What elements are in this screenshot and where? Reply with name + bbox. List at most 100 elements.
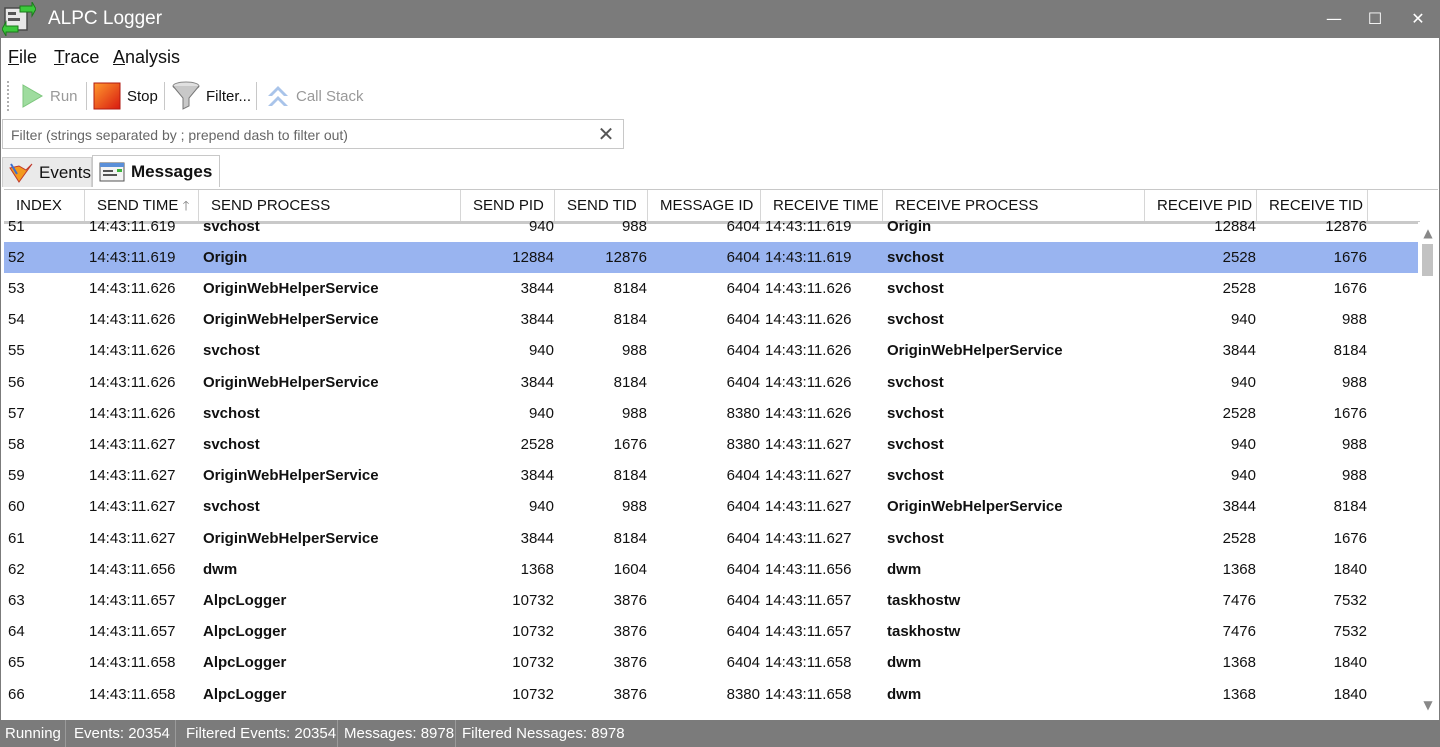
cell-send-pid: 940 [528, 342, 554, 359]
cell-receive-time: 14:43:11.619 [765, 249, 852, 266]
vertical-scrollbar[interactable]: ▲ ▼ [1418, 222, 1438, 720]
cell-message-id: 6404 [726, 311, 760, 328]
status-messages: Messages: 8978 [338, 720, 456, 747]
cell-receive-pid: 2528 [1222, 530, 1256, 547]
call-stack-label: Call Stack [296, 87, 364, 105]
cell-send-tid: 12876 [605, 249, 647, 266]
filter-button[interactable]: Filter... [172, 80, 251, 112]
cell-send-tid: 8184 [613, 467, 647, 484]
cell-receive-time: 14:43:11.658 [765, 654, 852, 671]
cell-index: 51 [8, 218, 25, 235]
table-row[interactable]: 54 14:43:11.626 OriginWebHelperService 3844… [4, 304, 1420, 335]
table-row[interactable]: 58 14:43:11.627 svchost 2528 1676 8380 14:43:1… [4, 429, 1420, 460]
cell-send-process: OriginWebHelperService [203, 311, 379, 328]
tab-events-label: Events [39, 162, 91, 182]
table-row[interactable]: 51 14:43:11.619 svchost 940 988 6404 14:43:11.… [4, 211, 1420, 242]
scroll-down-icon[interactable]: ▼ [1421, 698, 1435, 712]
table-row[interactable]: 66 14:43:11.658 AlpcLogger 10732 3876 8380 14:… [4, 679, 1420, 710]
cell-send-pid: 10732 [512, 686, 554, 703]
cell-message-id: 6404 [726, 342, 760, 359]
close-button[interactable]: ✕ [1404, 6, 1432, 32]
cell-receive-time: 14:43:11.626 [765, 311, 852, 328]
tab-events[interactable]: Events [2, 157, 92, 187]
cell-message-id: 8380 [726, 686, 760, 703]
stop-button[interactable]: Stop [93, 80, 158, 112]
cell-send-time: 14:43:11.619 [89, 218, 176, 235]
scroll-up-icon[interactable]: ▲ [1421, 226, 1435, 240]
cell-receive-tid: 1676 [1333, 405, 1367, 422]
cell-send-process: svchost [203, 342, 260, 359]
menu-file-label: ile [19, 47, 38, 67]
table-row[interactable]: 65 14:43:11.658 AlpcLogger 10732 3876 6404 14:… [4, 647, 1420, 678]
minimize-button[interactable]: — [1320, 6, 1348, 32]
maximize-button[interactable]: ☐ [1361, 6, 1389, 32]
status-filtered-messages: Filtered Nessages: 8978 [462, 725, 625, 742]
cell-index: 62 [8, 561, 25, 578]
table-row[interactable]: 55 14:43:11.626 svchost 940 988 6404 14:43:11.… [4, 335, 1420, 366]
cell-send-tid: 988 [621, 342, 647, 359]
cell-index: 54 [8, 311, 25, 328]
cell-receive-process: dwm [887, 686, 922, 703]
cell-message-id: 6404 [726, 374, 760, 391]
cell-send-pid: 940 [528, 498, 554, 515]
cell-send-time: 14:43:11.627 [89, 530, 176, 547]
cell-send-pid: 10732 [512, 623, 554, 640]
cell-receive-pid: 940 [1230, 436, 1256, 453]
menu-file[interactable]: File [8, 47, 37, 68]
table-row[interactable]: 59 14:43:11.627 OriginWebHelperService 3844… [4, 460, 1420, 491]
menu-analysis-accel: A [113, 47, 126, 67]
cell-send-time: 14:43:11.626 [89, 342, 176, 359]
cell-send-time: 14:43:11.627 [89, 467, 176, 484]
call-stack-button[interactable]: Call Stack [266, 80, 364, 112]
cell-send-tid: 8184 [613, 280, 647, 297]
run-label: Run [50, 87, 78, 105]
tab-messages[interactable]: Messages [92, 155, 220, 187]
cell-receive-process: OriginWebHelperService [887, 498, 1063, 515]
cell-receive-tid: 12876 [1325, 218, 1367, 235]
table-row[interactable]: 60 14:43:11.627 svchost 940 988 6404 14:43:11.… [4, 491, 1420, 522]
run-button[interactable]: Run [20, 80, 78, 112]
cell-send-time: 14:43:11.657 [89, 623, 176, 640]
toolbar-grip[interactable] [6, 80, 10, 112]
cell-message-id: 6404 [726, 218, 760, 235]
cell-send-tid: 8184 [613, 374, 647, 391]
cell-receive-time: 14:43:11.626 [765, 405, 852, 422]
title-bar: ALPC Logger — ☐ ✕ [0, 0, 1440, 38]
cell-receive-tid: 988 [1341, 467, 1367, 484]
cell-receive-process: OriginWebHelperService [887, 342, 1063, 359]
cell-send-pid: 3844 [520, 374, 554, 391]
table-row[interactable]: 62 14:43:11.656 dwm 1368 1604 6404 14:43:11.65… [4, 554, 1420, 585]
cell-send-time: 14:43:11.626 [89, 280, 176, 297]
cell-index: 52 [8, 249, 25, 266]
menu-analysis[interactable]: Analysis [113, 47, 180, 68]
cell-message-id: 6404 [726, 654, 760, 671]
cell-send-process: OriginWebHelperService [203, 280, 379, 297]
cell-message-id: 6404 [726, 592, 760, 609]
cell-receive-process: taskhostw [887, 592, 961, 609]
cell-receive-process: svchost [887, 467, 944, 484]
maximize-icon: ☐ [1367, 9, 1383, 28]
cell-send-tid: 3876 [613, 654, 647, 671]
funnel-icon [172, 81, 200, 110]
cell-send-process: svchost [203, 498, 260, 515]
table-row[interactable]: 64 14:43:11.657 AlpcLogger 10732 3876 6404 14:… [4, 616, 1420, 647]
scrollbar-thumb[interactable] [1422, 244, 1433, 276]
cell-receive-tid: 1676 [1333, 530, 1367, 547]
cell-receive-tid: 1840 [1333, 561, 1367, 578]
filter-input[interactable] [9, 124, 593, 146]
cell-receive-time: 14:43:11.627 [765, 530, 852, 547]
table-row[interactable]: 53 14:43:11.626 OriginWebHelperService 3844… [4, 273, 1420, 304]
table-row[interactable]: 56 14:43:11.626 OriginWebHelperService 3844… [4, 367, 1420, 398]
menu-trace[interactable]: Trace [54, 47, 99, 68]
cell-send-pid: 10732 [512, 592, 554, 609]
cell-index: 59 [8, 467, 25, 484]
cell-receive-pid: 940 [1230, 467, 1256, 484]
menu-trace-label: race [64, 47, 100, 67]
cell-send-pid: 2528 [520, 436, 554, 453]
table-row[interactable]: 63 14:43:11.657 AlpcLogger 10732 3876 6404 14:… [4, 585, 1420, 616]
table-row[interactable]: 61 14:43:11.627 OriginWebHelperService 3844… [4, 523, 1420, 554]
clear-filter-button[interactable]: ✕ [595, 122, 617, 146]
stop-icon [93, 82, 121, 110]
table-row[interactable]: 52 14:43:11.619 Origin 12884 12876 6404 14:43:… [4, 242, 1420, 273]
table-row[interactable]: 57 14:43:11.626 svchost 940 988 8380 14:43:11.… [4, 398, 1420, 429]
